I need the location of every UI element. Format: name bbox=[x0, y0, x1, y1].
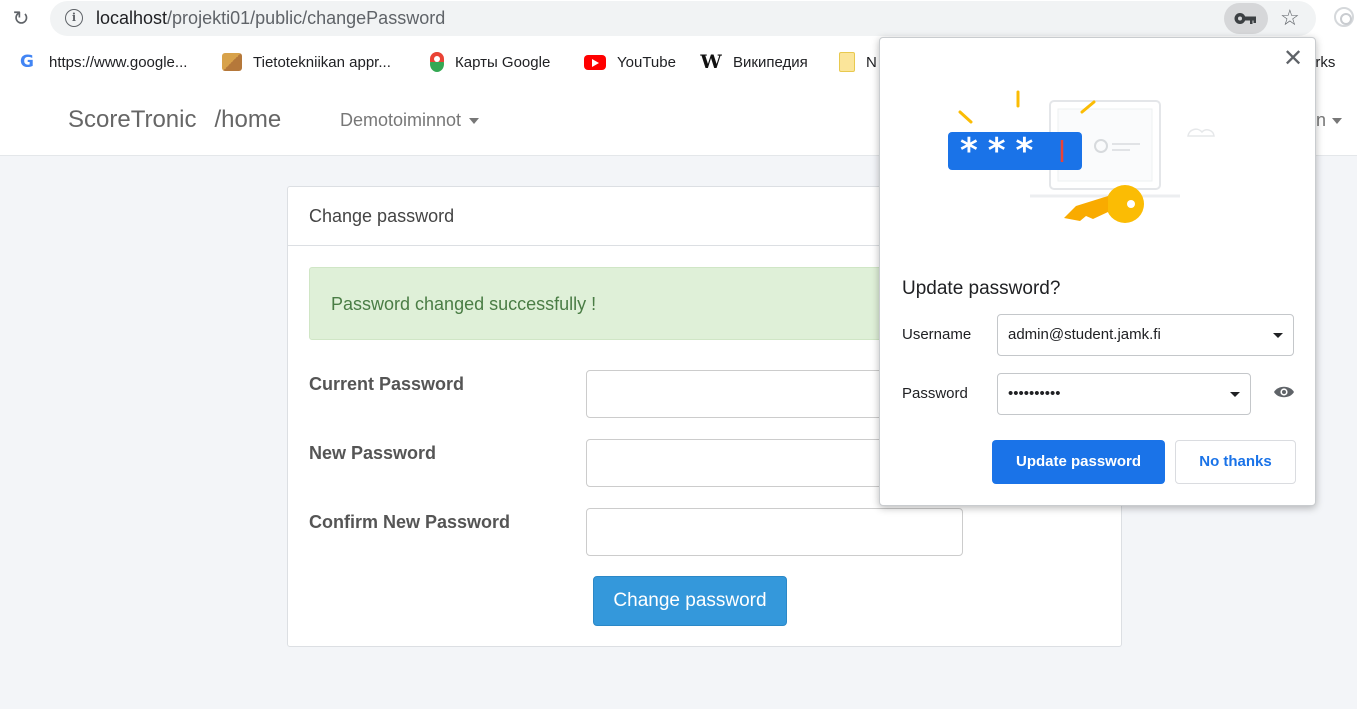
show-password-eye-icon[interactable] bbox=[1273, 385, 1295, 399]
new-password-label: New Password bbox=[309, 443, 437, 463]
site-info-icon[interactable]: i bbox=[65, 9, 83, 27]
username-value: admin@student.jamk.fi bbox=[1008, 326, 1161, 343]
current-password-label: Current Password bbox=[309, 374, 465, 394]
bookmark-folder[interactable]: N bbox=[839, 52, 877, 72]
close-icon[interactable]: ✕ bbox=[1283, 46, 1303, 72]
no-thanks-button[interactable]: No thanks bbox=[1175, 440, 1296, 484]
bookmark-star-icon[interactable]: ☆ bbox=[1280, 5, 1300, 31]
maps-icon bbox=[430, 52, 444, 72]
password-value: •••••••••• bbox=[1008, 385, 1061, 402]
demotoiminnot-dropdown[interactable]: Demotoiminnot bbox=[340, 110, 480, 131]
bookmark-label: YouTube bbox=[617, 53, 676, 71]
brand[interactable]: ScoreTronic/home bbox=[68, 106, 281, 134]
illustration-asterisks: *** bbox=[960, 131, 1043, 171]
password-key-button[interactable] bbox=[1224, 3, 1268, 34]
dropdown-arrow-icon bbox=[1273, 333, 1283, 338]
popup-title: Update password? bbox=[902, 278, 1061, 299]
username-select[interactable]: admin@student.jamk.fi bbox=[997, 314, 1294, 356]
bookmark-label: N bbox=[866, 53, 877, 71]
bookmark-youtube[interactable]: YouTube bbox=[584, 52, 676, 72]
bookmark-google[interactable]: G https://www.google... bbox=[16, 52, 187, 72]
bookmark-label: Tietotekniikan appr... bbox=[253, 53, 391, 71]
update-password-popup: ✕ *** Update password? Username admin@st… bbox=[879, 37, 1316, 506]
address-bar[interactable]: i localhost/projekti01/public/changePass… bbox=[50, 1, 1316, 36]
url-path: /projekti01/public/changePassword bbox=[167, 8, 446, 28]
url-host: localhost bbox=[96, 8, 168, 28]
extension-icon[interactable] bbox=[1334, 7, 1354, 27]
youtube-icon bbox=[584, 54, 606, 70]
update-password-button[interactable]: Update password bbox=[992, 440, 1165, 484]
caret-down-icon bbox=[1332, 118, 1343, 125]
bookmark-wikipedia[interactable]: W Википедия bbox=[700, 51, 808, 73]
nav-menu-label: Demotoiminnot bbox=[340, 110, 462, 130]
change-password-button[interactable]: Change password bbox=[593, 576, 787, 626]
brand-route: /home bbox=[214, 106, 282, 133]
confirm-password-label: Confirm New Password bbox=[309, 512, 511, 532]
user-menu-label: n bbox=[1316, 110, 1327, 130]
url-text[interactable]: localhost/projekti01/public/changePasswo… bbox=[96, 8, 445, 29]
bookmark-tietotekniikan[interactable]: Tietotekniikan appr... bbox=[222, 52, 391, 72]
reload-icon[interactable]: ↻ bbox=[8, 6, 34, 32]
caret-down-icon bbox=[469, 118, 480, 125]
confirm-password-input[interactable] bbox=[586, 508, 963, 556]
dropdown-arrow-icon bbox=[1230, 392, 1240, 397]
bookmark-label: Карты Google bbox=[455, 53, 551, 71]
user-dropdown[interactable]: n bbox=[1316, 110, 1343, 131]
password-label: Password bbox=[902, 385, 968, 402]
bookmark-label: https://www.google... bbox=[49, 53, 188, 71]
password-illustration: *** bbox=[948, 90, 1215, 223]
folder-icon bbox=[839, 52, 855, 72]
brand-name: ScoreTronic bbox=[68, 106, 197, 133]
bookmark-favicon-icon bbox=[222, 53, 242, 71]
google-icon: G bbox=[20, 52, 34, 72]
bookmark-label: Википедия bbox=[733, 53, 808, 71]
key-icon bbox=[1234, 13, 1256, 24]
username-label: Username bbox=[902, 326, 972, 343]
wikipedia-icon: W bbox=[700, 51, 722, 73]
password-select[interactable]: •••••••••• bbox=[997, 373, 1251, 415]
bookmark-maps[interactable]: Карты Google bbox=[430, 52, 550, 72]
browser-toolbar: ↻ i localhost/projekti01/public/changePa… bbox=[0, 0, 1357, 38]
